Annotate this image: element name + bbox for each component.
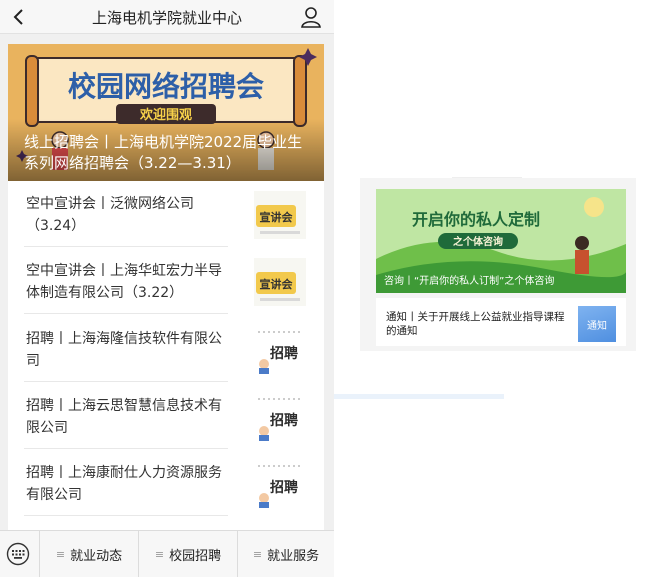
list-divider [24,246,228,247]
article-feed: 校园网络招聘会 欢迎围观 线上招聘会丨上海电机学院2022届毕业生系列网络招聘会… [0,34,334,531]
thumb-label: 招聘 [270,345,298,362]
list-divider [24,381,228,382]
list-item[interactable]: 招聘丨上海云思智慧信息技术有限公司 招聘 [8,383,324,449]
menu-tab-label: 校园招聘 [169,549,222,564]
screenshot-stage: 上海电机学院就业中心 校园网络招聘会 欢迎围观 线上招聘会丨上海电机学院2022… [0,0,649,577]
list-item[interactable]: 空中宣讲会丨上海华虹宏力半导体制造有限公司（3.22） 宣讲会 [8,248,324,314]
list-item-thumbnail: 招聘 [254,326,306,374]
menu-icon: ≡ [154,548,165,561]
back-arrow-icon[interactable] [8,4,30,30]
phone-screen: 上海电机学院就业中心 校园网络招聘会 欢迎围观 线上招聘会丨上海电机学院2022… [0,0,334,577]
article-list: 空中宣讲会丨泛微网络公司（3.24） 宣讲会 空中宣讲会丨上海华虹宏力半导体制造… [8,181,324,531]
page-title: 上海电机学院就业中心 [91,9,242,27]
list-item-thumbnail: 宣讲会 [254,258,306,306]
menu-tab-campus-recruitment[interactable]: ≡ 校园招聘 [138,531,237,577]
list-item-thumbnail: 宣讲会 [254,191,306,239]
list-item-thumbnail: 招聘 [254,393,306,441]
menu-icon: ≡ [55,548,66,561]
list-divider [24,448,228,449]
thumb-label: 宣讲会 [260,210,294,224]
preview-image-subtitle: 之个体咨询 [453,235,503,248]
list-item-title: 招聘丨上海海隆信技软件有限公司 [26,331,222,369]
banner-art-title: 校园网络招聘会 [68,70,264,103]
preview-image[interactable]: 开启你的私人定制 之个体咨询 咨询丨“开启你的私人订制”之个体咨询 [376,189,626,293]
bottom-menu-bar: ≡ 就业动态 ≡ 校园招聘 ≡ 就业服务 [0,530,334,577]
thumb-label: 招聘 [270,412,298,429]
divider [334,394,504,399]
menu-tab-label: 就业动态 [70,549,123,564]
list-item-title: 招聘丨上海康耐仕人力资源服务有限公司 [26,465,222,503]
menu-icon: ≡ [252,548,263,561]
thumb-label: 宣讲会 [260,277,294,291]
menu-tab-employment-services[interactable]: ≡ 就业服务 [237,531,334,577]
list-item-thumbnail: 招聘 [254,460,306,508]
list-divider [24,313,228,314]
menu-tab-employment-news[interactable]: ≡ 就业动态 [39,531,138,577]
list-item-title: 空中宣讲会丨泛微网络公司（3.24） [26,196,194,234]
notice-list-item[interactable]: 通知丨关于开展线上公益就业指导课程的通知 通知 [376,298,626,346]
notice-thumbnail: 通知 [578,306,616,342]
top-navigation-bar: 上海电机学院就业中心 [0,0,334,34]
list-item[interactable]: 招聘丨上海海隆信技软件有限公司 招聘 [8,316,324,382]
banner-caption: 线上招聘会丨上海电机学院2022届毕业生系列网络招聘会（3.22—3.31） [24,133,303,172]
list-item-title: 空中宣讲会丨上海华虹宏力半导体制造有限公司（3.22） [26,263,222,301]
list-item-title: 招聘丨上海云思智慧信息技术有限公司 [26,398,222,436]
thumb-label: 招聘 [270,479,298,496]
preview-image-title: 开启你的私人定制 [412,210,540,229]
article-preview-card[interactable]: 开启你的私人定制 之个体咨询 咨询丨“开启你的私人订制”之个体咨询 通知丨关于开… [360,178,636,351]
user-profile-icon[interactable] [300,5,322,29]
keyboard-icon[interactable] [6,542,30,566]
list-item[interactable]: 空中宣讲会丨泛微网络公司（3.24） 宣讲会 [8,181,324,247]
featured-banner[interactable]: 校园网络招聘会 欢迎围观 线上招聘会丨上海电机学院2022届毕业生系列网络招聘会… [8,44,324,181]
menu-tab-label: 就业服务 [267,549,320,564]
list-item[interactable]: 招聘丨上海康耐仕人力资源服务有限公司 招聘 [8,450,324,516]
notice-title: 通知丨关于开展线上公益就业指导课程的通知 [386,311,565,337]
preview-image-caption: 咨询丨“开启你的私人订制”之个体咨询 [384,276,555,287]
list-divider [24,515,228,516]
